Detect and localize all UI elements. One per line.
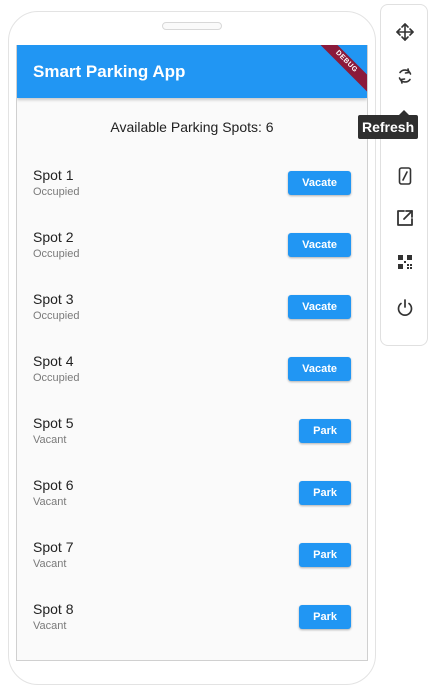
- spot-name: Spot 7: [33, 539, 74, 555]
- device-preview: Smart Parking App DEBUG Available Parkin…: [0, 0, 439, 688]
- spot-name: Spot 5: [33, 415, 74, 431]
- available-spots-label: Available Parking Spots: 6: [110, 119, 274, 135]
- list-item: Spot 1 Occupied Vacate: [17, 167, 367, 229]
- spot-list: Spot 1 Occupied Vacate Spot 2 Occupied V…: [17, 167, 367, 660]
- vacate-button[interactable]: Vacate: [288, 357, 351, 381]
- phone-speaker-notch: [162, 22, 222, 30]
- spot-status: Occupied: [33, 372, 80, 384]
- app-bar: Smart Parking App DEBUG: [17, 45, 367, 98]
- list-item: Spot 6 Vacant Park: [17, 477, 367, 539]
- debug-banner: DEBUG: [311, 45, 367, 97]
- spot-status: Vacant: [33, 558, 67, 570]
- list-item: Spot 4 Occupied Vacate: [17, 353, 367, 415]
- spot-name: Spot 1: [33, 167, 74, 183]
- list-item: Spot 2 Occupied Vacate: [17, 229, 367, 291]
- park-button[interactable]: Park: [299, 543, 351, 567]
- spot-name: Spot 8: [33, 601, 74, 617]
- power-icon[interactable]: [392, 295, 418, 321]
- refresh-icon[interactable]: [392, 63, 418, 89]
- spot-name: Spot 6: [33, 477, 74, 493]
- spot-status: Occupied: [33, 248, 80, 260]
- spot-name: Spot 2: [33, 229, 74, 245]
- device-toolbar: [380, 4, 428, 346]
- spot-status: Occupied: [33, 186, 80, 198]
- qr-code-icon[interactable]: [392, 249, 418, 275]
- park-button[interactable]: Park: [299, 481, 351, 505]
- list-item: Spot 3 Occupied Vacate: [17, 291, 367, 353]
- app-title: Smart Parking App: [33, 62, 186, 81]
- refresh-tooltip: Refresh: [358, 115, 419, 139]
- vacate-button[interactable]: Vacate: [288, 171, 351, 195]
- spot-status: Occupied: [33, 310, 80, 322]
- open-external-icon[interactable]: [392, 205, 418, 231]
- vacate-button[interactable]: Vacate: [288, 295, 351, 319]
- app-screen: Smart Parking App DEBUG Available Parkin…: [16, 45, 368, 661]
- spot-status: Vacant: [33, 496, 67, 508]
- list-item: Spot 7 Vacant Park: [17, 539, 367, 601]
- move-icon[interactable]: [392, 19, 418, 45]
- spot-status: Vacant: [33, 620, 67, 632]
- rotate-device-icon[interactable]: [392, 163, 418, 189]
- vacate-button[interactable]: Vacate: [288, 233, 351, 257]
- spot-name: Spot 3: [33, 291, 74, 307]
- spot-name: Spot 4: [33, 353, 74, 369]
- list-item: Spot 8 Vacant Park: [17, 601, 367, 660]
- park-button[interactable]: Park: [299, 419, 351, 443]
- park-button[interactable]: Park: [299, 605, 351, 629]
- spot-status: Vacant: [33, 434, 67, 446]
- list-item: Spot 5 Vacant Park: [17, 415, 367, 477]
